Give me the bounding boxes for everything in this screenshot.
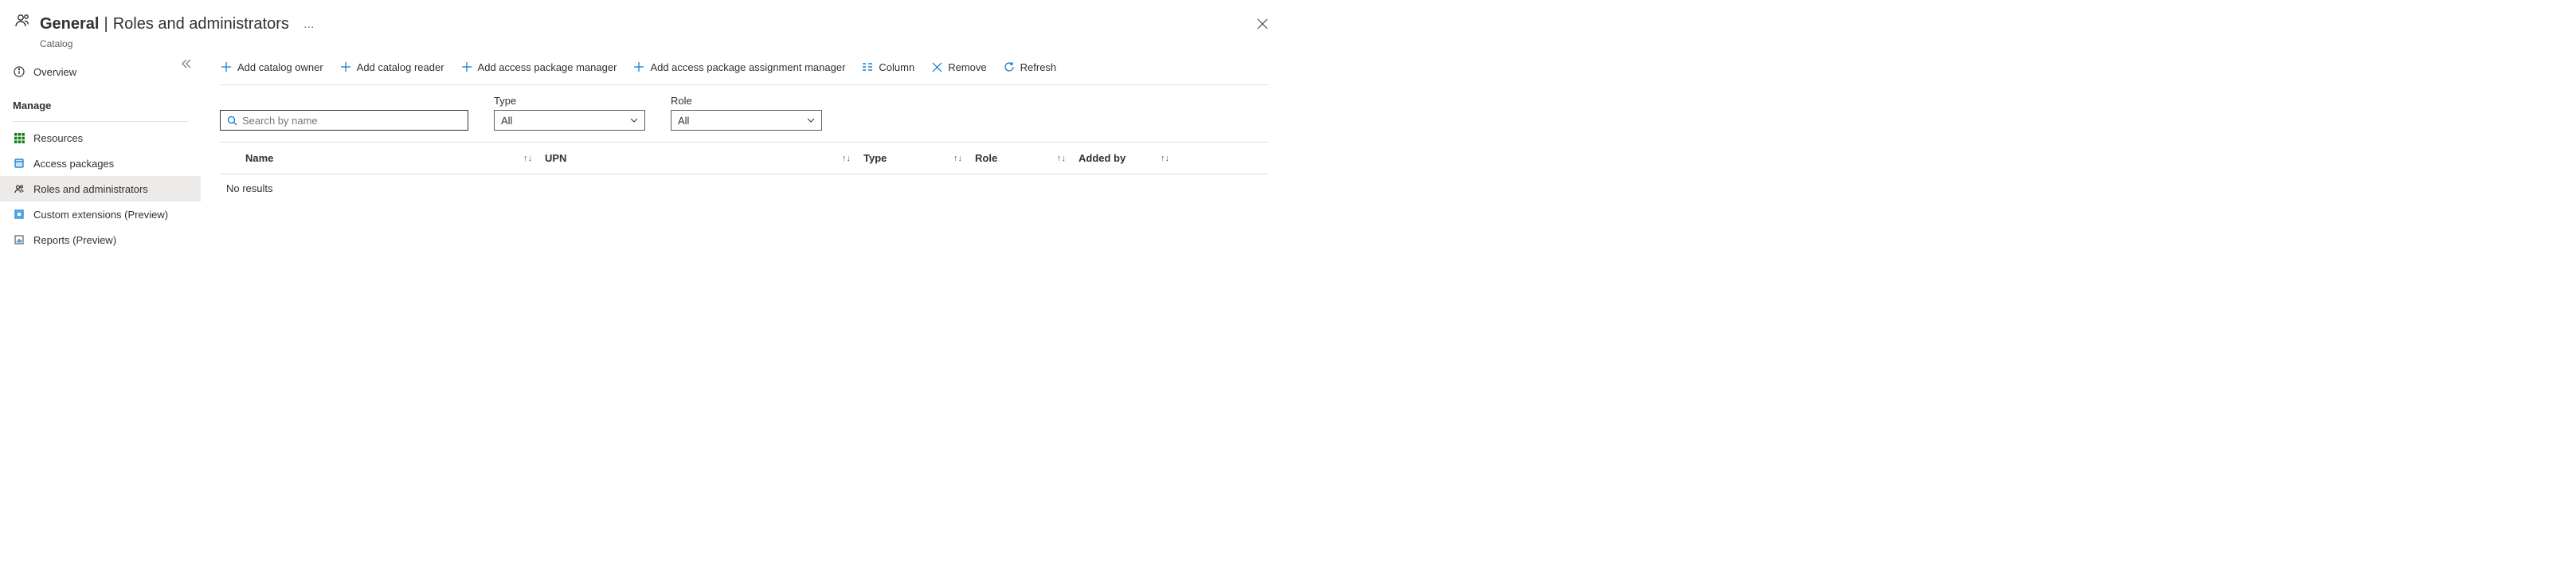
search-input[interactable] (220, 110, 468, 131)
sort-icon: ↑↓ (523, 154, 532, 163)
sidebar-section-manage: Manage (0, 92, 201, 118)
no-results-message: No results (220, 174, 1269, 202)
grid-icon (13, 131, 25, 144)
column-button[interactable]: Column (861, 57, 914, 76)
sidebar-item-access-packages[interactable]: Access packages (0, 151, 201, 176)
filters-row: Type All Role All (220, 85, 1269, 142)
add-catalog-owner-button[interactable]: Add catalog owner (220, 57, 323, 76)
column-header-upn[interactable]: UPN ↑↓ (545, 152, 863, 164)
plus-icon (460, 61, 473, 73)
sidebar-item-label: Custom extensions (Preview) (33, 209, 168, 221)
remove-button[interactable]: Remove (930, 57, 986, 76)
filter-role-select[interactable]: All (671, 110, 822, 131)
sort-icon: ↑↓ (842, 154, 851, 163)
sidebar-divider (13, 121, 188, 122)
page-header: General | Roles and administrators … Cat… (0, 0, 1288, 53)
add-catalog-reader-button[interactable]: Add catalog reader (339, 57, 444, 76)
columns-icon (861, 61, 874, 73)
results-table: Name ↑↓ UPN ↑↓ Type ↑↓ Role ↑↓ Added by (220, 142, 1269, 202)
sort-icon: ↑↓ (953, 154, 962, 163)
sidebar-item-overview[interactable]: Overview (0, 59, 201, 84)
extension-icon (13, 208, 25, 221)
sidebar-item-label: Overview (33, 66, 76, 78)
add-access-package-manager-button[interactable]: Add access package manager (460, 57, 617, 76)
collapse-sidebar-button[interactable] (177, 54, 196, 73)
people-icon (13, 182, 25, 195)
title-more-button[interactable]: … (300, 11, 318, 37)
chevron-down-icon (630, 118, 638, 123)
add-access-package-assignment-manager-button[interactable]: Add access package assignment manager (632, 57, 845, 76)
plus-icon (339, 61, 352, 73)
report-icon (13, 233, 25, 246)
sidebar-item-label: Roles and administrators (33, 183, 148, 195)
close-button[interactable] (1250, 11, 1275, 37)
sidebar-item-label: Access packages (33, 158, 114, 170)
filter-role-label: Role (671, 95, 822, 107)
column-header-type[interactable]: Type ↑↓ (863, 152, 975, 164)
table-header-row: Name ↑↓ UPN ↑↓ Type ↑↓ Role ↑↓ Added by (220, 143, 1269, 174)
toolbar: Add catalog owner Add catalog reader Add… (220, 56, 1269, 85)
sidebar-item-label: Reports (Preview) (33, 234, 116, 246)
search-icon (227, 115, 237, 126)
sort-icon: ↑↓ (1161, 154, 1169, 163)
column-header-role[interactable]: Role ↑↓ (975, 152, 1079, 164)
filter-type-value: All (501, 115, 512, 127)
page-title: General | Roles and administrators … (40, 11, 318, 37)
sidebar-item-resources[interactable]: Resources (0, 125, 201, 151)
plus-icon (220, 61, 233, 73)
column-header-added-by[interactable]: Added by ↑↓ (1079, 152, 1182, 164)
filter-type-label: Type (494, 95, 645, 107)
refresh-button[interactable]: Refresh (1003, 57, 1057, 76)
plus-icon (632, 61, 645, 73)
page-subtitle: Catalog (40, 38, 318, 49)
filter-role-value: All (678, 115, 689, 127)
people-icon (13, 11, 32, 30)
sidebar-item-roles-administrators[interactable]: Roles and administrators (0, 176, 201, 202)
sidebar-item-label: Resources (33, 132, 83, 144)
sidebar: Overview Manage Resources Access pac (0, 53, 201, 303)
package-icon (13, 157, 25, 170)
search-field[interactable] (242, 115, 461, 127)
sidebar-item-reports[interactable]: Reports (Preview) (0, 227, 201, 252)
info-icon (13, 65, 25, 78)
sort-icon: ↑↓ (1057, 154, 1066, 163)
column-header-name[interactable]: Name ↑↓ (226, 152, 545, 164)
chevron-down-icon (807, 118, 815, 123)
refresh-icon (1003, 61, 1016, 73)
filter-type-select[interactable]: All (494, 110, 645, 131)
sidebar-item-custom-extensions[interactable]: Custom extensions (Preview) (0, 202, 201, 227)
close-icon (930, 61, 943, 73)
main-content: Add catalog owner Add catalog reader Add… (201, 53, 1288, 303)
